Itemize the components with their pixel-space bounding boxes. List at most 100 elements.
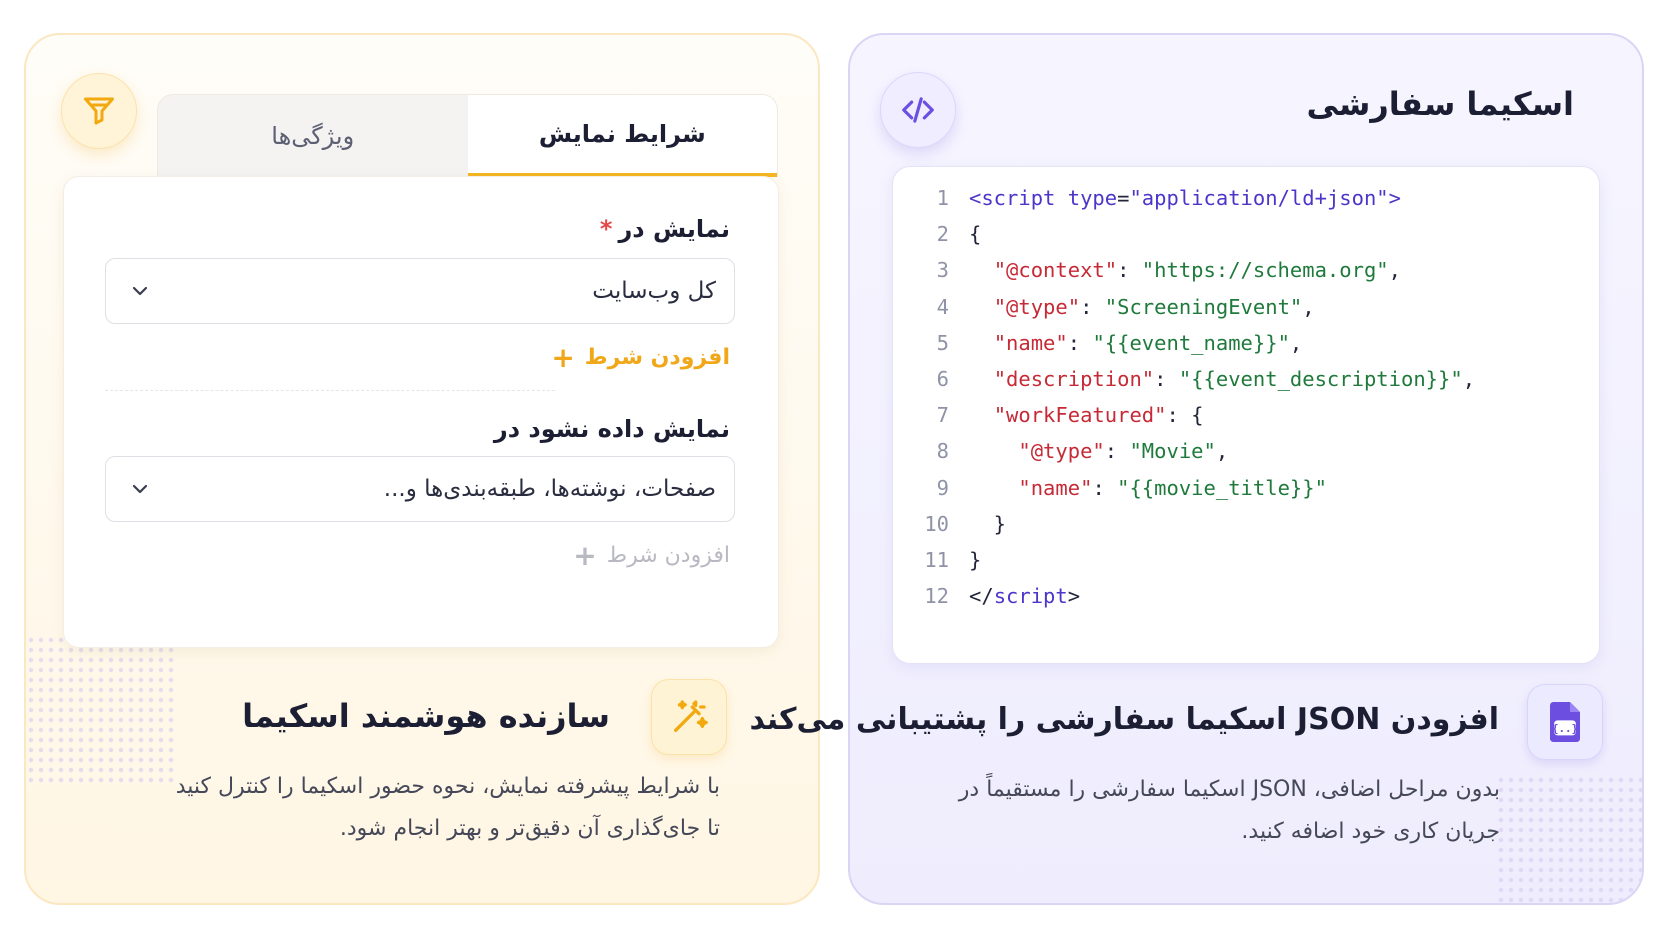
code-text: "name": "{{movie_title}}": [969, 476, 1327, 500]
required-mark: *: [599, 215, 613, 243]
divider: [105, 390, 555, 391]
line-number: 10: [924, 511, 949, 536]
code-text: "workFeatured": {: [969, 403, 1204, 427]
smart-builder-desc-1: با شرایط پیشرفته نمایش، نحوه حضور اسکیما…: [175, 774, 720, 799]
line-number: 3: [936, 258, 949, 283]
code-brackets-icon: [902, 97, 934, 123]
smart-builder-title: سازنده هوشمند اسکیما: [242, 697, 610, 735]
code-token: script: [993, 584, 1068, 609]
exclude-value: صفحات، نوشته‌ها، طبقه‌بندی‌ها و...: [383, 476, 716, 502]
code-line: 1 <script type="application/ld+json">: [893, 179, 1401, 217]
json-support-title: افزودن JSON اسکیما سفارشی را پشتیبانی می…: [749, 702, 1499, 737]
code-token: "https://schema.org": [1141, 258, 1389, 283]
display-conditions-panel: نمایش در* کل وب‌سایت افزودن شرط + نمایش …: [63, 176, 779, 648]
code-text: {: [969, 222, 981, 246]
line-number: 7: [936, 403, 949, 428]
custom-schema-title: اسکیما سفارشی: [1306, 85, 1575, 123]
exclude-label: نمایش داده نشود در: [493, 415, 730, 443]
json-file-icon: {..}: [1550, 702, 1580, 742]
code-token: "{{event_description}}": [1178, 367, 1463, 391]
code-line: 11}: [893, 541, 981, 579]
display-in-value: کل وب‌سایت: [592, 278, 716, 304]
code-editor[interactable]: 1 <script type="application/ld+json"> 2{3 …: [892, 166, 1600, 664]
code-token: ,: [1462, 367, 1476, 391]
code-line: 12 </script>: [893, 577, 1080, 615]
code-token: "@type": [1018, 439, 1105, 464]
code-token: ,: [1302, 294, 1315, 319]
line-number: 12: [924, 584, 949, 609]
code-token: <script: [969, 186, 1068, 210]
code-text: }: [969, 512, 1006, 536]
code-token: "name": [993, 330, 1068, 355]
code-token: =: [1117, 186, 1130, 210]
code-token: "name": [1018, 475, 1093, 500]
code-text: "@context": "https://schema.org",: [969, 258, 1401, 282]
code-token: "@context": [993, 258, 1118, 283]
code-token: }: [969, 511, 1007, 536]
code-token: </: [969, 584, 994, 609]
code-badge: [880, 72, 956, 148]
plus-icon: +: [573, 539, 597, 572]
display-in-label: نمایش در*: [600, 215, 730, 243]
tab-display-conditions-label: شرایط نمایش: [538, 120, 706, 148]
filter-badge: [61, 73, 137, 149]
code-line: 10 }: [893, 505, 1006, 543]
display-in-select[interactable]: کل وب‌سایت: [105, 258, 735, 324]
add-condition-button-disabled[interactable]: افزودن شرط +: [573, 539, 730, 572]
add-condition-label: افزودن شرط: [606, 543, 730, 568]
line-number: 9: [936, 475, 949, 500]
code-token: :: [1092, 475, 1118, 500]
code-token: :: [1067, 330, 1093, 355]
line-number: 6: [936, 367, 949, 391]
exclude-select[interactable]: صفحات، نوشته‌ها، طبقه‌بندی‌ها و...: [105, 456, 735, 522]
json-support-desc-2: جریان کاری خود اضافه کنید.: [1241, 819, 1500, 844]
code-token: "{{event_name}}": [1092, 330, 1290, 355]
line-number: 1: [936, 186, 949, 210]
code-token: "{{movie_title}}": [1117, 475, 1327, 500]
dot-pattern: [1496, 775, 1642, 903]
code-line: 9 "name": "{{movie_title}}": [893, 469, 1327, 507]
code-token: "Movie": [1129, 439, 1216, 464]
code-text: "@type": "ScreeningEvent",: [969, 295, 1315, 319]
code-token: :: [1154, 367, 1179, 391]
code-token: {: [969, 222, 982, 247]
display-in-label-text: نمایش در: [618, 215, 730, 243]
tab-features[interactable]: ویژگی‌ها: [158, 95, 468, 177]
code-text: }: [969, 548, 981, 572]
add-condition-button[interactable]: افزودن شرط +: [551, 341, 730, 374]
code-token: }: [969, 548, 982, 572]
code-line: 6 "description": "{{event_description}}"…: [893, 360, 1475, 398]
code-text: </script>: [969, 584, 1080, 608]
code-token: "@type": [993, 294, 1081, 319]
code-token: type: [1067, 186, 1118, 210]
code-line: 5 "name": "{{event_name}}",: [893, 324, 1303, 362]
code-line: 2{: [893, 215, 982, 253]
magic-wand-icon: [674, 700, 708, 732]
code-token: ,: [1289, 330, 1303, 355]
code-token: ,: [1215, 439, 1229, 464]
chevron-down-icon: [132, 286, 148, 296]
display-tabs: ویژگی‌ها شرایط نمایش: [157, 94, 778, 177]
tab-display-conditions[interactable]: شرایط نمایش: [467, 95, 777, 177]
code-token: >: [1067, 584, 1081, 609]
line-number: 4: [936, 294, 949, 319]
magic-wand-badge: [651, 679, 727, 755]
add-condition-label: افزودن شرط: [584, 345, 730, 370]
code-line: 4 "@type": "ScreeningEvent",: [893, 288, 1315, 326]
code-token: "application/ld+json">: [1129, 186, 1401, 210]
line-number: 11: [924, 548, 949, 572]
code-text: "description": "{{event_description}}",: [969, 367, 1475, 391]
code-token: :: [1104, 439, 1130, 464]
dot-pattern: [26, 635, 176, 785]
code-token: ,: [1388, 258, 1401, 283]
code-token: :: [1080, 294, 1105, 319]
code-line: 3 "@context": "https://schema.org",: [893, 251, 1401, 289]
code-line: 7 "workFeatured": {: [893, 396, 1204, 434]
code-text: <script type="application/ld+json">: [969, 186, 1401, 210]
json-support-desc-1: بدون مراحل اضافی، JSON اسکیما سفارشی را …: [958, 777, 1500, 802]
